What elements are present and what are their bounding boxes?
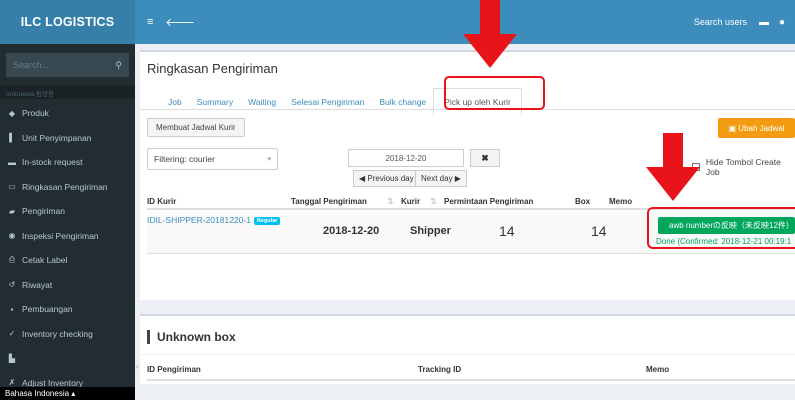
- top-navbar: ILC LOGISTICS ≡ 🡐 Search users ▬ ●: [0, 0, 795, 44]
- annotation-highlight-tab: [444, 76, 545, 110]
- sidebar-item-pembuangan[interactable]: ▪ Pembuangan: [0, 297, 135, 322]
- date-input[interactable]: 2018-12-20: [348, 149, 464, 167]
- list-icon: ▬: [8, 157, 16, 167]
- sidebar-item-pengiriman[interactable]: ▰ Pengiriman: [0, 199, 135, 224]
- annotation-arrow-down-icon: [646, 133, 700, 201]
- brand-logo[interactable]: ILC LOGISTICS: [0, 0, 135, 44]
- courier-filter-select[interactable]: Filtering: courier ▾: [147, 148, 278, 170]
- chart-icon: ▙: [8, 353, 16, 363]
- sort-icon[interactable]: ⇅: [387, 197, 394, 206]
- truck-icon: ▰: [8, 206, 16, 216]
- sidebar-item-cetak-label[interactable]: ⎙ Cetak Label: [0, 248, 135, 273]
- calendar-icon: ▣: [728, 123, 739, 133]
- building-icon: ▌: [9, 133, 15, 143]
- calendar-icon: ▭: [8, 182, 16, 192]
- tab-summary[interactable]: Summary: [197, 97, 233, 107]
- clear-date-button[interactable]: ✖: [470, 149, 500, 167]
- chevron-down-icon: ▾: [267, 156, 271, 163]
- unknown-box-panel: Unknown box ID Pengiriman Tracking ID Me…: [140, 314, 795, 384]
- col-kurir[interactable]: Kurir: [401, 197, 420, 206]
- col-tanggal-pengiriman[interactable]: Tanggal Pengiriman: [291, 197, 367, 206]
- shipping-date-cell: 2018-12-20: [323, 225, 380, 237]
- sidebar-item-riwayat[interactable]: ↺ Riwayat: [0, 273, 135, 298]
- tab-selesai-pengiriman[interactable]: Selesai Pengiriman: [291, 97, 364, 107]
- card-icon[interactable]: ▬: [759, 17, 769, 28]
- cube-icon: ◆: [8, 108, 16, 118]
- col-memo[interactable]: Memo: [609, 197, 632, 206]
- tab-job[interactable]: Job: [168, 97, 182, 107]
- col-id-pengiriman[interactable]: ID Pengiriman: [147, 365, 201, 374]
- regular-badge: Regular: [253, 217, 281, 225]
- wrench-icon: ✗: [8, 378, 16, 388]
- sidebar: Search... ⚲ Indonesia 팀장용 ◆ Produk ▌ Unit …: [0, 44, 135, 400]
- col-permintaan-pengiriman[interactable]: Permintaan Pengiriman: [444, 197, 533, 206]
- col-box[interactable]: Box: [575, 197, 590, 206]
- hamburger-menu-icon[interactable]: ≡: [147, 16, 153, 28]
- chevron-right-icon: ▶: [452, 174, 461, 183]
- sidebar-item-unit-penyimpanan[interactable]: ▌ Unit Penyimpanan: [0, 126, 135, 151]
- edit-schedule-button[interactable]: ▣ Ubah Jadwal: [718, 118, 795, 138]
- col-id-kurir[interactable]: ID Kurir: [147, 197, 176, 206]
- eye-icon: ◉: [8, 231, 16, 241]
- check-icon: ✓: [8, 329, 16, 339]
- caret-up-icon: ▴: [71, 389, 76, 398]
- col-memo[interactable]: Memo: [646, 365, 669, 374]
- box-count-cell: 14: [591, 223, 607, 239]
- sidebar-item-produk[interactable]: ◆ Produk: [0, 101, 135, 126]
- hide-create-job-checkbox[interactable]: Hide Tombol Create Job: [692, 157, 795, 177]
- sidebar-item-inspeksi-pengiriman[interactable]: ◉ Inspeksi Pengiriman: [0, 224, 135, 249]
- back-arrow-icon[interactable]: 🡐: [165, 15, 195, 29]
- sidebar-search-input[interactable]: Search... ⚲: [6, 53, 129, 77]
- create-courier-schedule-button[interactable]: Membuat Jadwal Kurir: [147, 118, 245, 137]
- language-selector[interactable]: Bahasa Indonesia ▴: [0, 387, 135, 400]
- user-icon[interactable]: ●: [779, 17, 785, 28]
- tab-waiting[interactable]: Waiting: [248, 97, 276, 107]
- tab-bulk-change[interactable]: Bulk change: [379, 97, 426, 107]
- sidebar-item-inventory-checking[interactable]: ✓ Inventory checking: [0, 322, 135, 347]
- sidebar-menu: ◆ Produk ▌ Unit Penyimpanan ▬ In-stock requ…: [0, 101, 135, 395]
- courier-cell: Shipper: [410, 225, 451, 237]
- request-count-cell: 14: [499, 223, 515, 239]
- col-tracking-id[interactable]: Tracking ID: [418, 365, 461, 374]
- team-label: Indonesia 팀장용: [0, 85, 135, 99]
- sort-icon[interactable]: ⇅: [430, 197, 437, 206]
- sidebar-item-chart[interactable]: ▙: [0, 346, 135, 371]
- page-title: Ringkasan Pengiriman: [147, 61, 278, 76]
- panel-divider: [140, 354, 795, 355]
- history-icon: ↺: [8, 280, 16, 290]
- search-users-link[interactable]: Search users: [694, 17, 747, 27]
- main-content: Ringkasan Pengiriman Job Summary Waiting…: [135, 44, 795, 400]
- unknown-box-title: Unknown box: [147, 330, 236, 344]
- print-icon: ⎙: [8, 255, 16, 265]
- previous-day-button[interactable]: ◀ Previous day: [353, 170, 420, 187]
- chevron-left-icon: ◀: [359, 174, 368, 183]
- next-day-button[interactable]: Next day ▶: [415, 170, 467, 187]
- sidebar-item-ringkasan-pengiriman[interactable]: ▭ Ringkasan Pengiriman: [0, 175, 135, 200]
- sidebar-item-in-stock-request[interactable]: ▬ In-stock request: [0, 150, 135, 175]
- shipper-id-link[interactable]: IDIL-SHIPPER-20181220-1 Regular: [147, 215, 281, 225]
- search-icon[interactable]: ⚲: [115, 60, 122, 71]
- trash-icon: ▪: [10, 304, 14, 314]
- table-header-underline: [147, 379, 795, 381]
- annotation-highlight-awb: [647, 207, 795, 249]
- annotation-arrow-down-icon: [463, 0, 517, 68]
